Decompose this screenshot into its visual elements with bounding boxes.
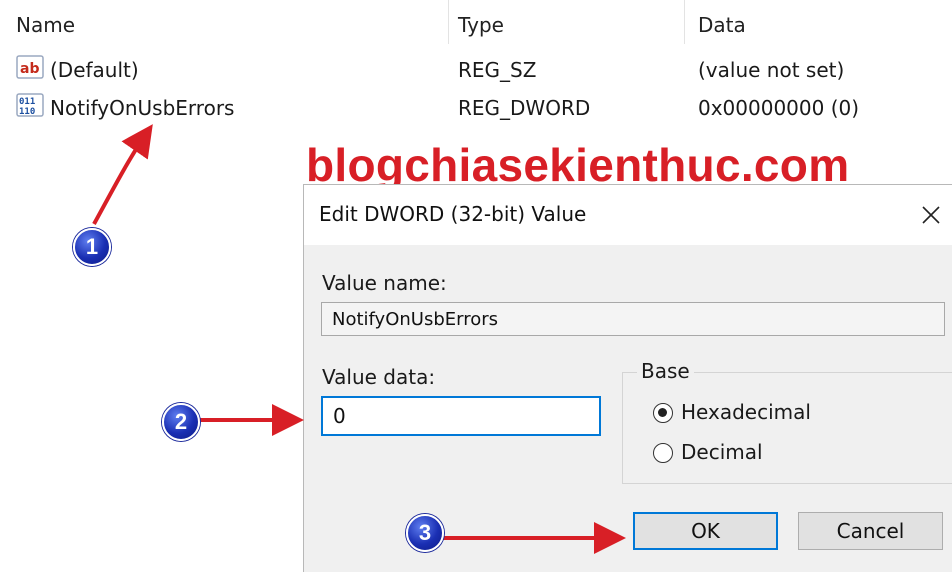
dialog-titlebar[interactable]: Edit DWORD (32-bit) Value <box>304 185 952 245</box>
value-name: (Default) <box>50 58 139 82</box>
registry-value-row[interactable]: ab (Default) REG_SZ (value not set) <box>0 52 952 88</box>
value-name-field: NotifyOnUsbErrors <box>321 302 945 336</box>
step-badge-2: 2 <box>162 403 200 441</box>
cancel-button[interactable]: Cancel <box>798 512 943 550</box>
step-badge-1: 1 <box>73 228 111 266</box>
string-value-icon-text: ab <box>20 61 39 77</box>
string-value-icon: ab <box>16 55 44 79</box>
value-type: REG_DWORD <box>458 96 591 120</box>
radio-hexadecimal-label: Hexadecimal <box>681 400 811 424</box>
value-data-input[interactable] <box>321 396 601 436</box>
svg-text:011: 011 <box>19 97 35 107</box>
value-data: (value not set) <box>698 58 845 82</box>
radio-button-selected[interactable] <box>653 403 673 423</box>
radio-button[interactable] <box>653 443 673 463</box>
value-data: 0x00000000 (0) <box>698 96 860 120</box>
registry-values-header: Name Type Data <box>0 0 952 44</box>
value-type: REG_SZ <box>458 58 537 82</box>
arrow-to-value-row <box>92 124 153 225</box>
ok-button[interactable]: OK <box>633 512 778 550</box>
dword-value-icon: 011 110 <box>16 93 44 117</box>
column-header-data[interactable]: Data <box>698 13 746 37</box>
close-icon[interactable] <box>907 193 952 237</box>
column-header-name[interactable]: Name <box>16 13 75 37</box>
dialog-title: Edit DWORD (32-bit) Value <box>319 202 587 226</box>
edit-dword-dialog: Edit DWORD (32-bit) Value Value name: No… <box>303 184 952 572</box>
registry-value-row[interactable]: 011 110 NotifyOnUsbErrors REG_DWORD 0x00… <box>0 90 952 126</box>
column-divider[interactable] <box>684 0 685 44</box>
value-data-label: Value data: <box>322 365 436 389</box>
base-groupbox: Base Hexadecimal Decimal <box>622 359 952 484</box>
radio-decimal-label: Decimal <box>681 440 763 464</box>
svg-text:110: 110 <box>19 107 35 117</box>
step-badge-3: 3 <box>406 514 444 552</box>
value-name-label: Value name: <box>322 271 447 295</box>
base-label: Base <box>637 359 694 383</box>
column-divider[interactable] <box>448 0 449 44</box>
column-header-type[interactable]: Type <box>458 13 504 37</box>
value-name: NotifyOnUsbErrors <box>50 96 235 120</box>
